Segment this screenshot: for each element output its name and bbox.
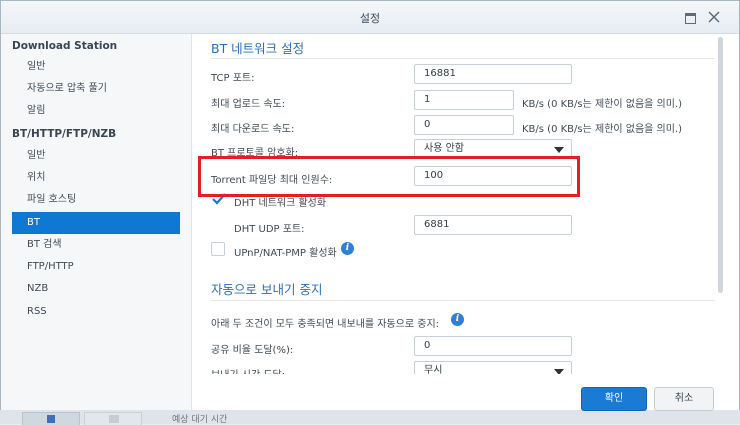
section-title-bt-network: BT 네트워크 설정 xyxy=(211,41,305,56)
sidebar-item-location[interactable]: 위치 xyxy=(12,167,180,189)
sidebar-item-bt[interactable]: BT xyxy=(12,212,180,234)
section-divider xyxy=(211,58,715,59)
background-button xyxy=(84,412,142,425)
dht-checkbox[interactable] xyxy=(211,192,227,206)
sidebar-item-nzb[interactable]: NZB xyxy=(12,278,180,300)
max-peers-label: Torrent 파일당 최대 인원수: xyxy=(211,175,333,186)
max-peers-input[interactable]: 100 xyxy=(414,166,572,186)
section-title-auto-stop: 자동으로 보내기 중지 xyxy=(211,282,323,297)
sidebar-group-download-station: Download Station xyxy=(12,40,118,52)
section-divider xyxy=(211,300,715,301)
sidebar-item-bt-general[interactable]: 일반 xyxy=(12,145,180,167)
background-button-active xyxy=(22,412,80,425)
expand-icon xyxy=(109,415,119,423)
close-button[interactable] xyxy=(707,10,721,24)
encryption-select[interactable]: 사용 안함 xyxy=(414,139,572,159)
max-upload-input[interactable]: 1 xyxy=(414,90,514,110)
settings-content: BT 네트워크 설정 TCP 포트: 16881 최대 업로드 속도: 1 KB… xyxy=(192,34,739,374)
sidebar-item-bt-search[interactable]: BT 검색 xyxy=(12,234,180,256)
share-ratio-label: 공유 비율 도달(%): xyxy=(211,345,294,356)
content-scrollbar[interactable] xyxy=(718,37,723,293)
sidebar-item-notifications[interactable]: 알림 xyxy=(12,100,180,122)
max-upload-label: 최대 업로드 속도: xyxy=(211,99,286,110)
share-ratio-input[interactable]: 0 xyxy=(414,336,572,356)
upnp-checkbox[interactable] xyxy=(211,242,225,256)
sidebar-item-rss[interactable]: RSS xyxy=(12,301,180,323)
sidebar-group-bt-http-ftp-nzb: BT/HTTP/FTP/NZB xyxy=(12,128,117,140)
tcp-port-input[interactable]: 16881 xyxy=(414,64,572,84)
chevron-down-icon xyxy=(554,147,564,153)
sidebar-item-file-hosting[interactable]: 파일 호스팅 xyxy=(12,189,180,211)
sort-icon xyxy=(47,415,55,423)
sidebar-item-ftp-http[interactable]: FTP/HTTP xyxy=(12,256,180,278)
dht-port-input[interactable]: 6881 xyxy=(414,215,572,235)
encryption-select-value: 사용 안함 xyxy=(424,143,464,154)
cancel-button[interactable]: 취소 xyxy=(654,387,714,411)
maximize-icon xyxy=(685,13,696,24)
tcp-port-label: TCP 포트: xyxy=(211,73,255,84)
ok-button[interactable]: 확인 xyxy=(581,387,647,411)
auto-stop-info-icon[interactable]: i xyxy=(451,313,464,326)
seed-time-select-value: 무시 xyxy=(424,365,443,374)
close-icon xyxy=(708,11,720,23)
seed-time-select[interactable]: 무시 xyxy=(414,361,572,374)
seed-time-label: 보내기 시간 도달: xyxy=(211,366,285,374)
maximize-button[interactable] xyxy=(683,10,697,24)
settings-sidebar: Download Station 일반 자동으로 압축 풀기 알림 BT/HTT… xyxy=(1,34,192,410)
sidebar-item-auto-extract[interactable]: 자동으로 압축 풀기 xyxy=(12,78,180,100)
dht-port-label: DHT UDP 포트: xyxy=(234,224,305,235)
max-download-label: 최대 다운로드 속도: xyxy=(211,124,295,135)
max-download-input[interactable]: 0 xyxy=(414,115,514,135)
sidebar-item-general[interactable]: 일반 xyxy=(12,56,180,78)
encryption-label: BT 프로토콜 암호화: xyxy=(211,148,299,159)
upnp-info-icon[interactable]: i xyxy=(341,242,354,255)
background-column-label: 예상 대기 시간 xyxy=(172,415,228,425)
upnp-label: UPnP/NAT-PMP 활성화 xyxy=(234,248,337,259)
max-upload-suffix: KB/s (0 KB/s는 제한이 없음을 의미.) xyxy=(522,99,683,110)
auto-stop-description: 아래 두 조건이 모두 충족되면 내보내를 자동으로 중지: xyxy=(211,319,440,330)
dialog-titlebar[interactable]: 설정 xyxy=(1,1,739,34)
settings-dialog: 설정 Download Station 일반 자동으로 압축 풀기 알림 BT/… xyxy=(0,0,740,411)
dialog-title: 설정 xyxy=(359,12,381,25)
max-download-suffix: KB/s (0 KB/s는 제한이 없음을 의미.) xyxy=(522,124,683,135)
dht-label: DHT 네트워크 활성화 xyxy=(234,198,327,209)
